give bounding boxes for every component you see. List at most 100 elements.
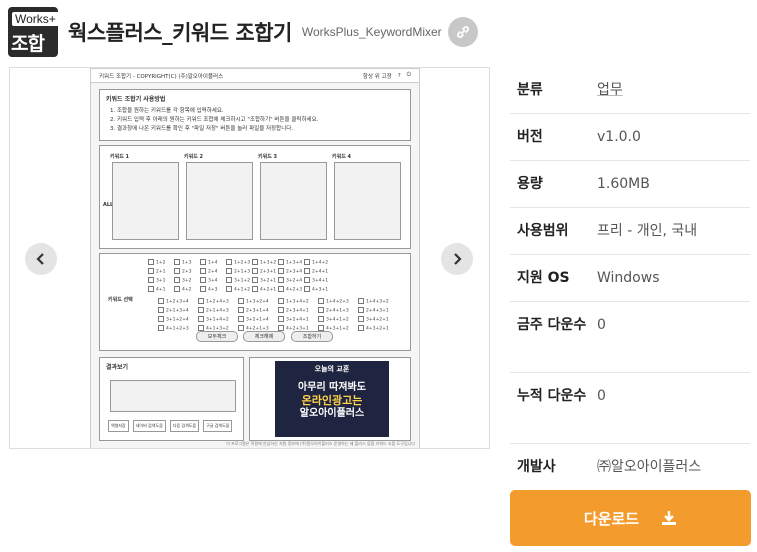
ad-line: 온라인광고는 [301, 394, 363, 407]
combo-checkbox[interactable]: 1+3+2+4 [238, 298, 269, 305]
combo-checkbox[interactable]: 3+1+4+2 [198, 316, 229, 323]
combo-checkbox[interactable]: 2+1+4+3 [198, 307, 229, 314]
info-key: 버전 [517, 129, 543, 145]
combo-checkbox[interactable]: 4+2+3 [278, 286, 302, 293]
preview-footer: 이 프로그램은 학원에 안심하신 지원 정보에 (주)알오아이플러스 운영하는 … [226, 441, 415, 446]
preview-titlebar: 키워드 조합기 - COPYRIGHT(C) (주)알오아이플러스 항상 위 고… [91, 69, 419, 83]
info-value: 0 [597, 388, 606, 404]
combo-checkbox[interactable]: 3+4+1 [304, 277, 328, 284]
app-logo: Works+ 조합기 [8, 7, 58, 57]
google-search-button[interactable]: 구글 검색도움 [203, 420, 233, 432]
combo-checkbox[interactable]: 4+1 [148, 286, 166, 293]
chevron-left-icon [36, 253, 44, 265]
combo-checkbox[interactable]: 1+2+3+4 [158, 298, 189, 305]
download-button[interactable]: 다운로드 [510, 490, 751, 546]
combo-checkbox[interactable]: 3+1+2 [226, 277, 250, 284]
info-key: 지원 OS [517, 270, 570, 286]
keyword-label: 키워드 4 [332, 154, 352, 160]
excel-save-button[interactable]: 엑셀저장 [108, 420, 129, 432]
combo-checkbox[interactable]: 2+1 [148, 268, 166, 275]
usage-box: 키워드 조합기 사용방법 1. 조합을 원하는 키워드를 각 항목에 입력하세요… [99, 89, 411, 141]
info-key: 용량 [517, 176, 543, 192]
uncheck-all-button[interactable]: 체크해제 [243, 331, 285, 342]
combo-checkbox[interactable]: 3+4+2+1 [358, 316, 389, 323]
keyword-input-2[interactable] [186, 162, 253, 240]
app-header: Works+ 조합기 웍스플러스_키워드 조합기 WorksPlus_Keywo… [8, 7, 478, 57]
combo-checkbox[interactable]: 1+4+2 [304, 259, 328, 266]
combo-checkbox[interactable]: 2+1+3+4 [158, 307, 189, 314]
carousel-next-button[interactable] [441, 243, 473, 275]
combo-checkbox[interactable]: 3+2+4+1 [278, 316, 309, 323]
result-panel: 결과보기 엑셀저장 네이버 검색도움 다음 검색도움 구글 검색도움 [99, 357, 244, 441]
combo-checkbox[interactable]: 1+2+3 [226, 259, 250, 266]
combo-checkbox[interactable]: 1+4+3+2 [358, 298, 389, 305]
combo-checkbox[interactable]: 2+4+3+1 [358, 307, 389, 314]
keyword-input-3[interactable] [260, 162, 327, 240]
info-key: 누적 다운수 [517, 388, 587, 404]
combo-checkbox[interactable]: 1+4 [200, 259, 218, 266]
combine-button[interactable]: 조합하기 [291, 331, 333, 342]
combo-checkbox[interactable]: 2+3+4 [278, 268, 302, 275]
combo-checkbox[interactable]: 4+2+1 [252, 286, 276, 293]
category-link[interactable]: 업무 [597, 78, 750, 103]
combo-checkbox[interactable]: 4+3+1 [304, 286, 328, 293]
link-icon [456, 26, 469, 38]
keyword-panel: 키워드 1 키워드 2 키워드 3 키워드 4 ALL [99, 145, 411, 249]
info-value: ㈜알오아이플러스 [597, 459, 702, 475]
combo-checkbox[interactable]: 1+4+2+3 [318, 298, 349, 305]
info-value: 1.60MB [597, 176, 650, 192]
power-icon: ⏻ [406, 72, 411, 78]
combo-checkbox[interactable]: 2+4+1 [304, 268, 328, 275]
combo-checkbox[interactable]: 1+3+4+2 [278, 298, 309, 305]
help-icon: ? [397, 72, 401, 79]
combo-checkbox[interactable]: 3+2+1+4 [238, 316, 269, 323]
info-value: 0 [597, 317, 606, 333]
combo-checkbox[interactable]: 1+2+4+3 [198, 298, 229, 305]
combo-checkbox[interactable]: 3+1 [148, 277, 166, 284]
usage-line: 3. 결과창에 나온 키워드를 확인 후 "파일 저장" 버튼을 눌러 파일을 … [110, 126, 294, 132]
combo-checkbox[interactable]: 3+4 [200, 277, 218, 284]
combo-checkbox[interactable]: 1+3 [174, 259, 192, 266]
combo-checkbox[interactable]: 2+4+1+3 [318, 307, 349, 314]
combo-checkbox[interactable]: 3+4+1+2 [318, 316, 349, 323]
info-table: 분류 업무 버전 v1.0.0 용량 1.60MB 사용범위 프리 - 개인, 국내 지… [510, 67, 750, 488]
chevron-right-icon [454, 253, 462, 265]
combo-checkbox[interactable]: 2+3 [174, 268, 192, 275]
info-key: 금주 다운수 [517, 317, 587, 333]
combo-checkbox[interactable]: 4+1+2+3 [158, 325, 189, 332]
daum-search-button[interactable]: 다음 검색도움 [169, 420, 200, 432]
combo-checkbox[interactable]: 1+3+2 [252, 259, 276, 266]
combo-checkbox[interactable]: 3+2+4 [278, 277, 302, 284]
keyword-input-1[interactable] [112, 162, 179, 240]
page-subtitle: WorksPlus_KeywordMixer [301, 25, 442, 39]
share-link-button[interactable] [447, 17, 478, 47]
usage-line: 2. 키워드 입력 후 아래의 원하는 키워드 조합에 체크하시고 "조합하기"… [110, 117, 319, 123]
combo-checkbox[interactable]: 3+2+1 [252, 277, 276, 284]
check-all-button[interactable]: 모두체크 [196, 331, 238, 342]
info-value: v1.0.0 [597, 129, 641, 145]
combo-checkbox[interactable]: 4+1+2 [226, 286, 250, 293]
info-key: 개발사 [517, 459, 556, 475]
combo-checkbox[interactable]: 3+1+2+4 [158, 316, 189, 323]
combo-checkbox[interactable]: 3+2 [174, 277, 192, 284]
carousel-prev-button[interactable] [25, 243, 57, 275]
combo-checkbox[interactable]: 4+2 [174, 286, 192, 293]
keyword-input-4[interactable] [334, 162, 401, 240]
result-textarea[interactable] [110, 380, 236, 412]
combo-checkbox[interactable]: 2+1+3 [226, 268, 250, 275]
combo-checkbox[interactable]: 4+3 [200, 286, 218, 293]
ad-line: 알오아이플러스 [299, 408, 365, 419]
logo-text-top: Works+ [12, 12, 58, 26]
result-title: 결과보기 [106, 364, 129, 371]
naver-search-button[interactable]: 네이버 검색도움 [132, 420, 166, 432]
combo-checkbox[interactable]: 2+4 [200, 268, 218, 275]
combo-checkbox[interactable]: 1+3+4 [278, 259, 302, 266]
combo-checkbox[interactable]: 4+3+2+1 [358, 325, 389, 332]
combo-checkbox[interactable]: 1+2 [148, 259, 166, 266]
combo-checkbox[interactable]: 2+3+4+1 [278, 307, 309, 314]
ad-title: 오늘의 교훈 [314, 365, 350, 373]
info-key: 분류 [517, 82, 543, 98]
combo-checkbox[interactable]: 2+3+1+4 [238, 307, 269, 314]
ad-banner[interactable]: 오늘의 교훈 아무리 따져봐도 온라인광고는 알오아이플러스 [275, 361, 389, 437]
combo-checkbox[interactable]: 2+3+1 [252, 268, 276, 275]
